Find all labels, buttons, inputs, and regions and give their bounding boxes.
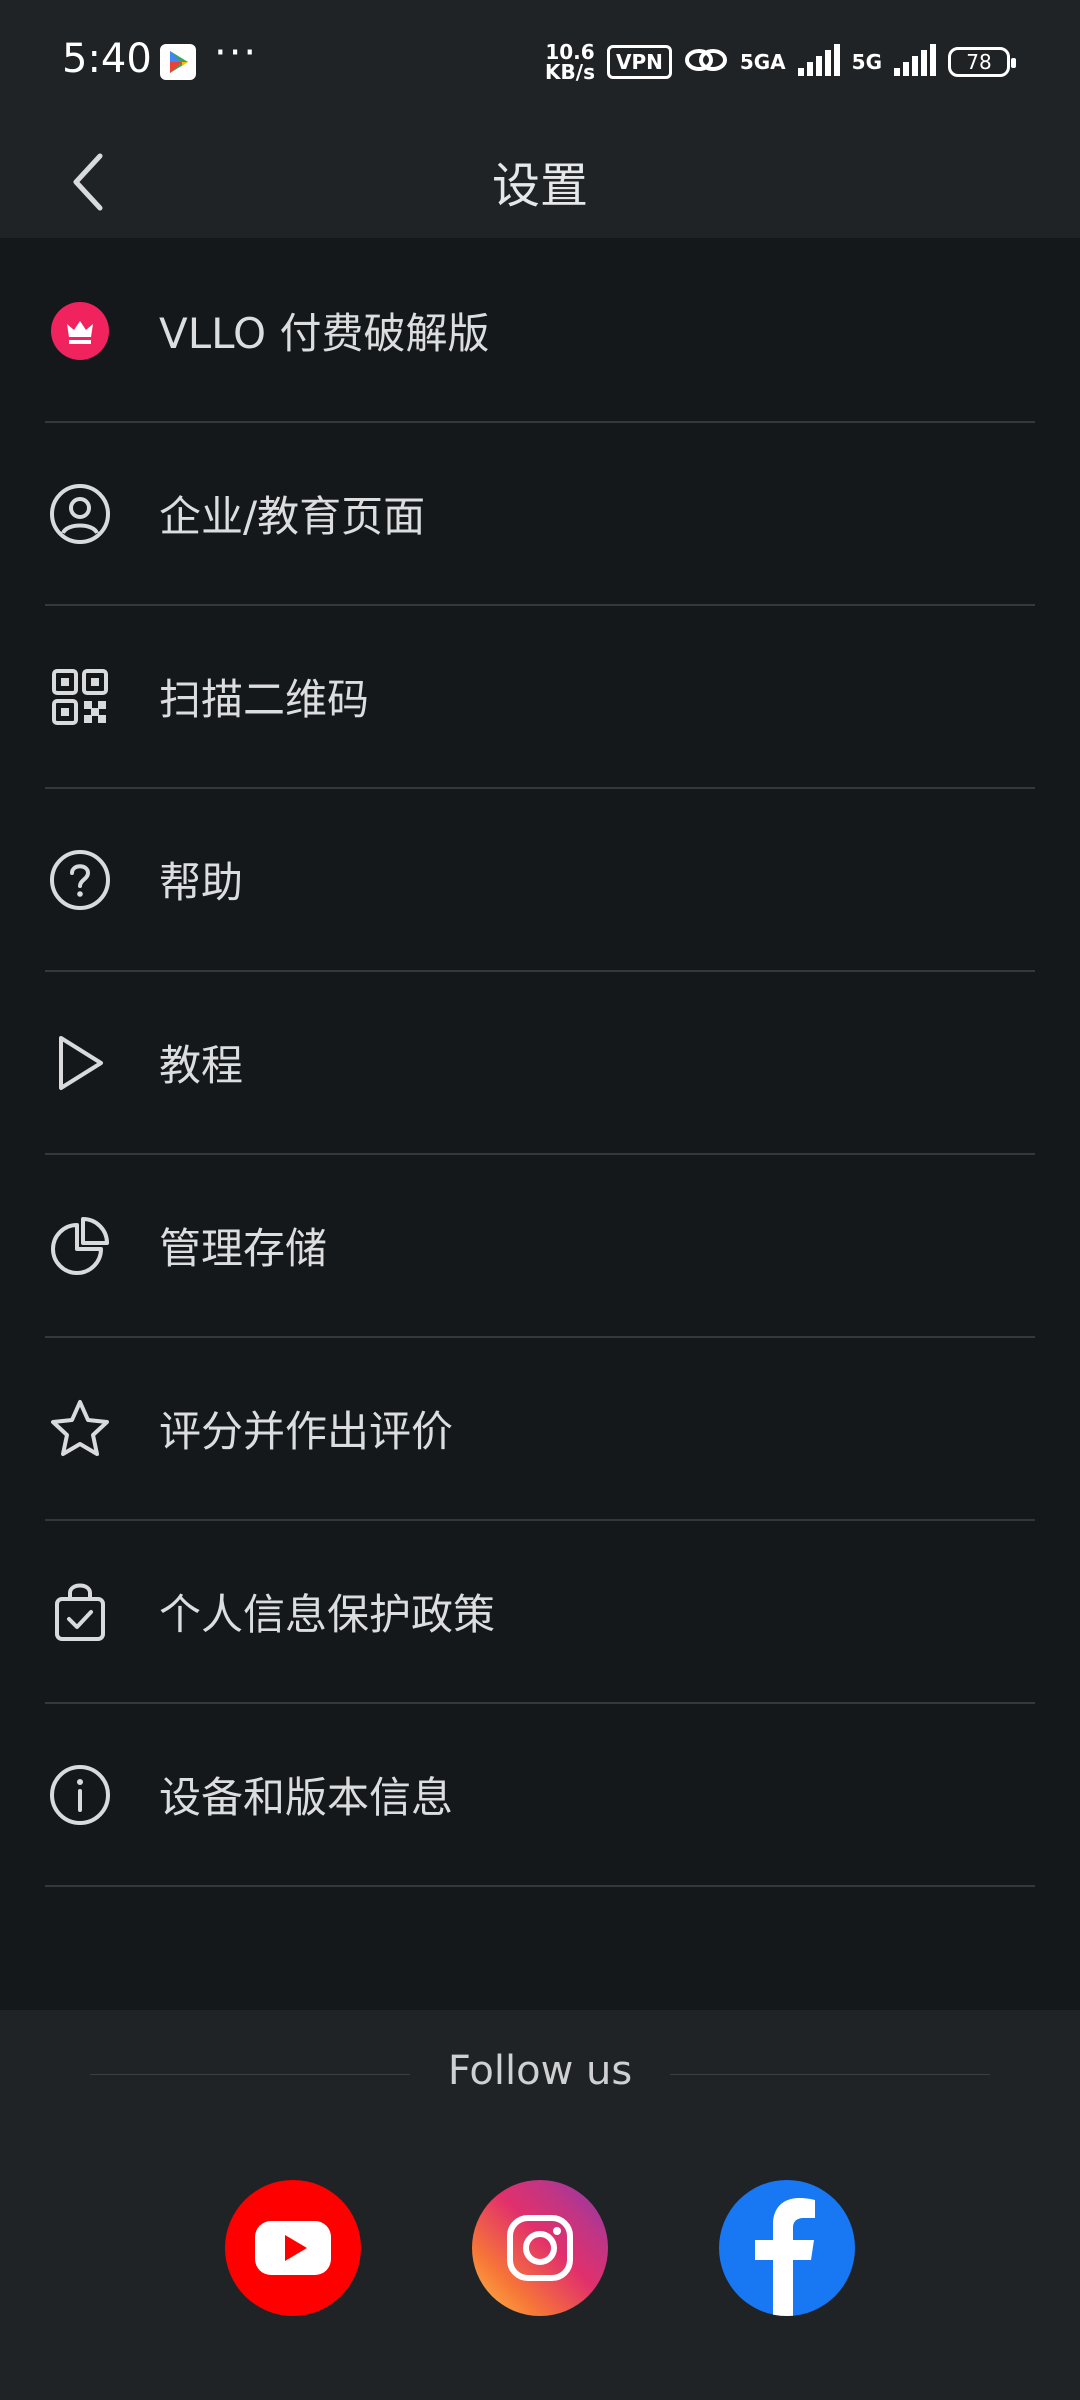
link-icon (684, 45, 728, 79)
settings-item-label: 教程 (159, 1041, 244, 1090)
signal-icon-2 (894, 44, 936, 80)
youtube-button[interactable] (225, 2180, 361, 2316)
divider (670, 2074, 990, 2075)
network-type-2: 5G (851, 50, 882, 74)
settings-item-label: 管理存储 (159, 1224, 328, 1273)
pie-chart-icon (47, 1213, 113, 1279)
status-right: 10.6 KB/s VPN 5GA 5G 78 (545, 38, 1016, 86)
vpn-badge: VPN (606, 45, 672, 79)
settings-item-privacy[interactable]: 个人信息保护政策 (45, 1521, 1035, 1704)
settings-item-rate[interactable]: 评分并作出评价 (45, 1338, 1035, 1521)
play-icon (47, 1030, 113, 1096)
info-icon (47, 1762, 113, 1828)
app-header: 设置 (0, 124, 1080, 238)
settings-item-enterprise[interactable]: 企业/教育页面 (45, 423, 1035, 606)
network-type-1: 5GA (739, 50, 786, 74)
settings-item-label: 企业/教育页面 (159, 492, 426, 541)
settings-item-label: 评分并作出评价 (159, 1407, 454, 1456)
facebook-icon (755, 2198, 815, 2316)
settings-item-label: VLLO 付费破解版 (159, 309, 490, 358)
facebook-button[interactable] (719, 2180, 855, 2316)
status-time: 5:40 (62, 36, 152, 82)
status-bar: 5:40 ··· 10.6 KB/s VPN 5GA 5G 78 (0, 0, 1080, 124)
settings-item-label: 个人信息保护政策 (159, 1590, 496, 1639)
settings-item-scan-qr[interactable]: 扫描二维码 (45, 606, 1035, 789)
settings-item-label: 扫描二维码 (159, 675, 370, 724)
more-notifications-icon: ··· (214, 30, 259, 76)
page-title: 设置 (491, 158, 588, 214)
settings-item-device-info[interactable]: 设备和版本信息 (45, 1704, 1035, 1887)
settings-list: VLLO 付费破解版 企业/教育页面 扫描二维码 帮助 教程 管理存储 评分并作… (0, 240, 1080, 1887)
settings-item-help[interactable]: 帮助 (45, 789, 1035, 972)
settings-item-label: 设备和版本信息 (159, 1773, 454, 1822)
qr-code-icon (47, 664, 113, 730)
play-store-icon (160, 44, 196, 80)
crown-icon (47, 298, 113, 364)
instagram-icon (507, 2215, 573, 2281)
instagram-button[interactable] (472, 2180, 608, 2316)
youtube-icon (255, 2221, 331, 2275)
follow-section: Follow us (0, 2010, 1080, 2400)
settings-item-label: 帮助 (159, 858, 244, 907)
help-icon (47, 847, 113, 913)
battery-icon: 78 (948, 47, 1016, 77)
signal-icon (797, 44, 840, 80)
user-circle-icon (47, 481, 113, 547)
shopping-bag-check-icon (47, 1579, 113, 1645)
follow-title: Follow us (447, 2048, 633, 2094)
network-speed: 10.6 KB/s (545, 40, 595, 84)
star-icon (47, 1396, 113, 1462)
settings-item-storage[interactable]: 管理存储 (45, 1155, 1035, 1338)
settings-item-premium[interactable]: VLLO 付费破解版 (45, 240, 1035, 423)
settings-item-tutorial[interactable]: 教程 (45, 972, 1035, 1155)
